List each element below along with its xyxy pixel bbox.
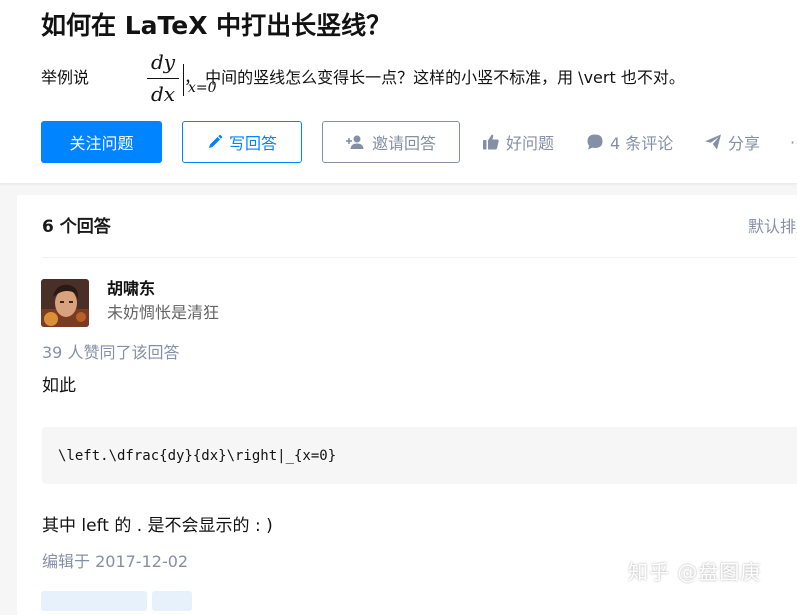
code-text: \left.\dfrac{dy}{dx}\right|_{x=0} — [58, 448, 337, 464]
sort-dropdown[interactable]: 默认排序 — [748, 215, 797, 239]
write-answer-label: 写回答 — [228, 134, 277, 153]
answer-paragraph: 如此 — [42, 376, 76, 396]
question-detail: 举例说 dy dx x=0 ， 中间的竖线怎么变得长一点？这样的小竖不标准，用 … — [41, 48, 797, 110]
write-answer-button[interactable]: 写回答 — [182, 121, 302, 163]
code-block: \left.\dfrac{dy}{dx}\right|_{x=0} — [42, 427, 797, 484]
answer-paragraph-2: 其中 left 的 . 是不会显示的 : ) — [42, 516, 273, 536]
answers-card: 6 个回答 默认排序 胡啸东 未妨惆怅是清狂 39 人赞同了该回答 如此 \le… — [17, 195, 797, 615]
vote-up-button[interactable] — [41, 591, 147, 611]
fraction-numerator: dy — [150, 50, 176, 74]
author-bio: 未妨惆怅是清狂 — [107, 303, 220, 322]
question-detail-suffix: ， 中间的竖线怎么变得长一点？这样的小竖不标准，用 \vert 也不对。 — [184, 68, 685, 87]
more-button[interactable]: ··· — [790, 121, 797, 163]
avatar-image — [41, 279, 89, 327]
comments-label: 4 条评论 — [610, 134, 674, 153]
vote-down-button[interactable] — [152, 591, 192, 611]
more-label: ··· — [790, 132, 797, 152]
question-detail-prefix: 举例说 — [41, 68, 90, 87]
good-question-button[interactable]: 好问题 — [482, 121, 554, 163]
thumbs-up-icon — [483, 134, 499, 150]
edited-timestamp[interactable]: 编辑于 2017-12-02 — [42, 551, 188, 573]
answers-count: 6 个回答 — [42, 217, 111, 237]
comments-button[interactable]: 4 条评论 — [586, 121, 673, 163]
follow-question-button[interactable]: 关注问题 — [41, 121, 162, 163]
paper-plane-icon — [705, 134, 721, 150]
question-header: 如何在 LaTeX 中打出长竖线？ 举例说 dy dx x=0 ， 中间的竖线怎… — [0, 0, 797, 183]
divider — [42, 257, 797, 258]
add-user-icon — [345, 135, 364, 149]
question-title: 如何在 LaTeX 中打出长竖线？ — [41, 11, 392, 40]
fraction-bar — [147, 78, 179, 79]
comment-icon — [587, 134, 603, 150]
follow-question-label: 关注问题 — [69, 134, 134, 153]
pencil-icon — [208, 134, 223, 148]
invite-answer-label: 邀请回答 — [371, 134, 436, 153]
fraction-denominator: dx — [150, 82, 176, 106]
invite-answer-button[interactable]: 邀请回答 — [322, 121, 460, 163]
share-button[interactable]: 分享 — [704, 121, 760, 163]
watermark: 知乎 @盘图庚 — [628, 560, 762, 584]
avatar[interactable] — [41, 279, 89, 327]
share-label: 分享 — [728, 134, 761, 153]
author-name[interactable]: 胡啸东 — [107, 277, 155, 301]
good-question-label: 好问题 — [506, 134, 555, 153]
vote-count: 39 人赞同了该回答 — [42, 343, 180, 362]
